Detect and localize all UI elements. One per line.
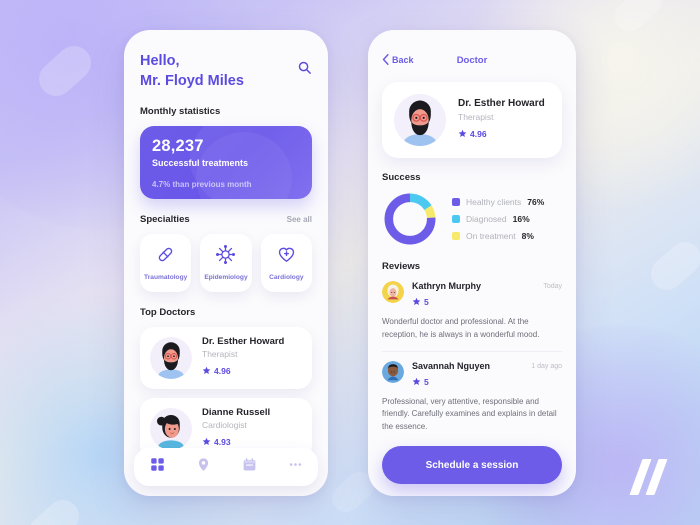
doctor-info: Dianne Russell Cardiologist 4.93 bbox=[202, 407, 270, 451]
doctor-rating: 4.96 bbox=[458, 125, 545, 143]
doctor-role: Cardiologist bbox=[202, 420, 247, 431]
schedule-session-button[interactable]: Schedule a session bbox=[382, 446, 562, 484]
specialty-card-cardiology[interactable]: Cardiology bbox=[260, 234, 312, 293]
star-icon bbox=[202, 362, 211, 380]
doctor-rating-value: 4.96 bbox=[470, 128, 487, 139]
page-title: Doctor bbox=[456, 54, 488, 66]
bearded-man-avatar bbox=[150, 337, 192, 380]
doctor-rating: 4.96 bbox=[202, 362, 284, 380]
legend-label: Healthy clients bbox=[466, 197, 522, 207]
bottom-navigation bbox=[134, 448, 318, 486]
doctor-role: Therapist bbox=[458, 111, 494, 122]
review-rating-value: 5 bbox=[424, 376, 429, 387]
legend-value: 76% bbox=[527, 197, 545, 207]
star-icon bbox=[412, 373, 421, 391]
legend-label: On treatment bbox=[466, 231, 516, 241]
review-author: Kathryn Murphy 5 bbox=[412, 281, 481, 311]
statistics-card[interactable]: 28,237 Successful treatments 4.7% than p… bbox=[140, 126, 312, 200]
doctor-name: Dr. Esther Howard bbox=[458, 97, 545, 109]
greeting-line2: Mr. Floyd Miles bbox=[140, 72, 244, 89]
statistic-footnote: 4.7% than previous month bbox=[152, 180, 252, 190]
statistic-value: 28,237 bbox=[152, 137, 204, 156]
doctor-rating-value: 4.93 bbox=[214, 437, 231, 448]
review-item: Savannah Nguyen 5 1 day ago Professional… bbox=[382, 360, 562, 434]
top-doctors-label: Top Doctors bbox=[140, 307, 196, 319]
legend-swatch bbox=[452, 215, 460, 223]
doctor-info: Dr. Esther Howard Therapist 4.96 bbox=[202, 336, 284, 380]
nav-item-grid[interactable] bbox=[150, 457, 165, 477]
header: Hello, Mr. Floyd Miles bbox=[140, 52, 312, 91]
home-screen: Hello, Mr. Floyd Miles Monthly statistic… bbox=[124, 30, 328, 496]
legend-swatch bbox=[452, 232, 460, 240]
legend-label: Diagnosed bbox=[466, 214, 507, 224]
greeting: Hello, Mr. Floyd Miles bbox=[140, 52, 244, 91]
doctor-detail-screen: Back Doctor Dr. Esther Howard Therapist bbox=[368, 30, 576, 496]
review-header: Savannah Nguyen 5 1 day ago bbox=[382, 360, 562, 391]
specialty-label: Cardiology bbox=[269, 274, 304, 282]
detail-top-bar: Back Doctor bbox=[382, 52, 562, 68]
reviewer-name: Kathryn Murphy bbox=[412, 281, 482, 291]
decorative-pill bbox=[32, 38, 98, 104]
review-rating-value: 5 bbox=[424, 297, 429, 307]
success-section-title: Success bbox=[382, 172, 421, 183]
legend-value: 16% bbox=[512, 214, 530, 224]
specialties-title: Specialties bbox=[140, 214, 190, 226]
doctor-name: Dr. Esther Howard bbox=[202, 336, 285, 348]
statistic-caption: Successful treatments bbox=[152, 158, 249, 169]
legend-item: Diagnosed 16% bbox=[452, 214, 544, 224]
doctor-info: Dr. Esther Howard Therapist 4.96 bbox=[458, 98, 545, 143]
decorative-pill bbox=[644, 235, 700, 297]
review-rating: 5 bbox=[412, 293, 481, 311]
decorative-pill bbox=[608, 0, 668, 38]
double-slash-logo bbox=[620, 455, 674, 497]
bearded-man-avatar bbox=[394, 94, 446, 146]
review-text: Wonderful doctor and professional. At th… bbox=[382, 317, 540, 339]
review-header: Kathryn Murphy 5 Today bbox=[382, 281, 562, 311]
nav-item-calendar[interactable] bbox=[242, 457, 257, 477]
bandage-icon bbox=[156, 245, 175, 269]
doctor-card-esther-howard[interactable]: Dr. Esther Howard Therapist 4.96 bbox=[140, 327, 312, 390]
star-icon bbox=[412, 293, 421, 311]
chart-legend: Healthy clients 76% Diagnosed 16% On tre… bbox=[452, 197, 544, 241]
search-icon[interactable] bbox=[297, 60, 312, 80]
legend-item: Healthy clients 76% bbox=[452, 197, 544, 207]
nav-item-location[interactable] bbox=[196, 457, 211, 477]
heart-plus-icon bbox=[277, 245, 296, 269]
review-author: Savannah Nguyen 5 bbox=[412, 361, 490, 391]
success-chart: Healthy clients 76% Diagnosed 16% On tre… bbox=[382, 191, 562, 247]
legend-item: On treatment 8% bbox=[452, 231, 544, 241]
review-timestamp: Today bbox=[543, 283, 562, 290]
specialty-label: Traumatology bbox=[144, 274, 188, 282]
specialties-see-all-link[interactable]: See all bbox=[287, 215, 312, 224]
review-divider bbox=[382, 350, 562, 352]
review-text: Professional, very attentive, responsibl… bbox=[382, 396, 557, 432]
decorative-pill bbox=[22, 493, 86, 525]
specialty-card-traumatology[interactable]: Traumatology bbox=[140, 234, 192, 293]
doctor-role: Therapist bbox=[202, 349, 238, 360]
monthly-statistics-label: Monthly statistics bbox=[140, 106, 221, 118]
doctor-name: Dianne Russell bbox=[202, 407, 271, 419]
doctor-profile-card[interactable]: Dr. Esther Howard Therapist 4.96 bbox=[382, 82, 562, 158]
review-item: Kathryn Murphy 5 Today Wonderful doctor … bbox=[382, 281, 562, 342]
greeting-line1: Hello, bbox=[140, 53, 180, 69]
doctor-rating-value: 4.96 bbox=[214, 366, 231, 377]
nav-item-more[interactable] bbox=[288, 457, 303, 477]
reviewer-name: Savannah Nguyen bbox=[412, 360, 491, 371]
specialties-list: Traumatology Epidemiology Cardiology bbox=[140, 234, 312, 293]
review-timestamp: 1 day ago bbox=[531, 362, 562, 370]
woman-blonde-avatar bbox=[382, 281, 404, 303]
reviews-section-title: Reviews bbox=[382, 261, 421, 272]
specialty-card-epidemiology[interactable]: Epidemiology bbox=[200, 234, 252, 293]
donut-chart bbox=[384, 193, 436, 245]
specialty-label: Epidemiology bbox=[204, 274, 248, 282]
review-rating: 5 bbox=[412, 373, 490, 391]
star-icon bbox=[458, 125, 467, 143]
woman-ponytail-avatar bbox=[150, 408, 192, 451]
specialties-header: Specialties See all bbox=[140, 214, 312, 225]
man-dark-avatar bbox=[382, 360, 404, 383]
legend-swatch bbox=[452, 198, 460, 206]
legend-value: 8% bbox=[521, 231, 534, 241]
virus-icon bbox=[216, 245, 236, 269]
